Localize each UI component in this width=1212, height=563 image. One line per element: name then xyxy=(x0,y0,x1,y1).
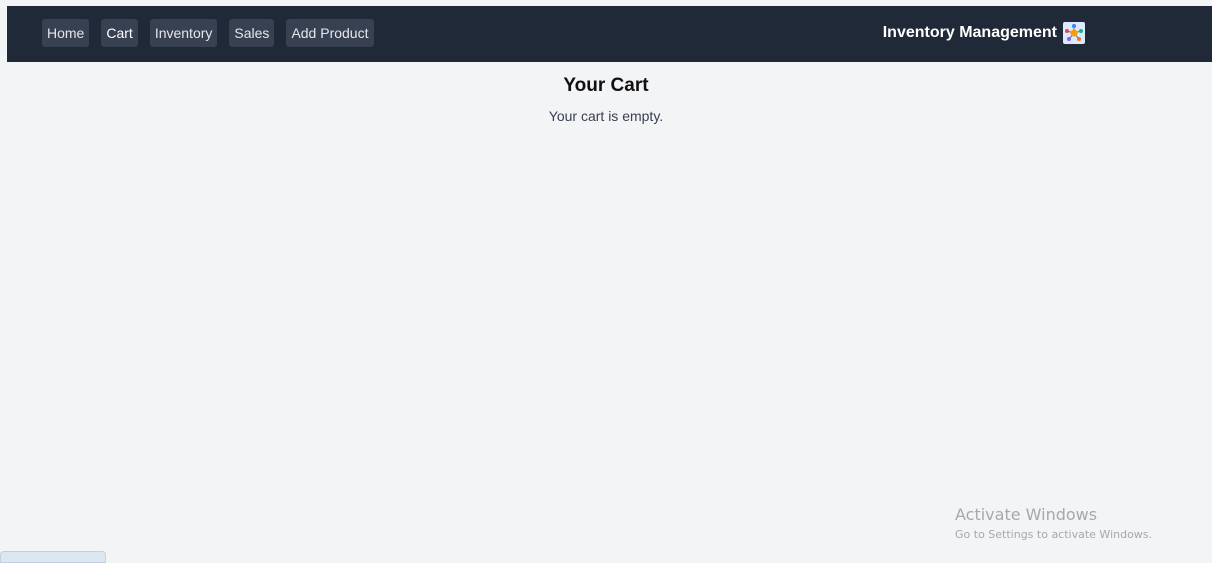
nav-cart-button[interactable]: Cart xyxy=(101,19,138,47)
empty-cart-message: Your cart is empty. xyxy=(548,108,664,124)
activate-windows-subtitle: Go to Settings to activate Windows. xyxy=(955,528,1153,541)
nav-links: Home Cart Inventory Sales Add Product xyxy=(42,19,374,47)
nav-home-button[interactable]: Home xyxy=(42,19,90,47)
activate-windows-watermark: Activate Windows Go to Settings to activ… xyxy=(955,505,1152,543)
nav-sales-button[interactable]: Sales xyxy=(229,19,275,47)
activate-windows-title: Activate Windows xyxy=(955,505,1098,524)
brand: Inventory Management xyxy=(883,22,1085,44)
inventory-network-icon xyxy=(1063,22,1085,44)
nav-inventory-button[interactable]: Inventory xyxy=(149,19,218,47)
cart-page: Your Cart Your cart is empty. xyxy=(0,62,1212,125)
nav-add-product-button[interactable]: Add Product xyxy=(286,19,374,47)
top-navbar: Home Cart Inventory Sales Add Product In… xyxy=(7,6,1212,62)
brand-title: Inventory Management xyxy=(882,24,1057,41)
page-title: Your Cart xyxy=(563,75,649,96)
bottom-taskbar-tab[interactable] xyxy=(0,551,106,563)
